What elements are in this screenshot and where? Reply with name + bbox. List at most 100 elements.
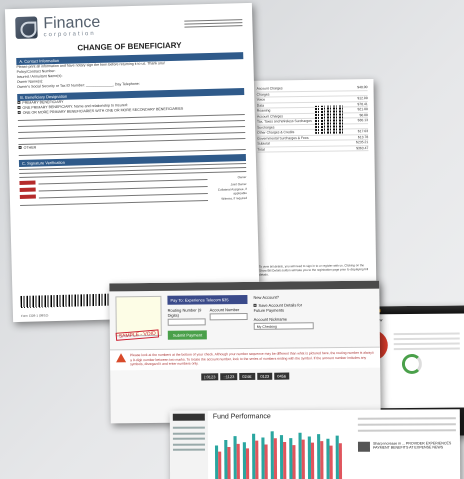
qr-code-icon: [314, 105, 344, 134]
brand-name: Finance: [43, 13, 101, 33]
statement-row-amount: $30.13: [357, 118, 369, 123]
chart-bar: [227, 446, 231, 479]
submit-payment-button[interactable]: Submit Payment: [167, 330, 208, 340]
warning-icon: [116, 353, 127, 363]
chart-bar: [255, 440, 259, 479]
statement-rows: Account Charges $40.00 Charges Voice $12.00 D…: [256, 85, 369, 153]
routing-label: Routing Number (9 Digits): [167, 307, 202, 318]
chart-bar: [218, 451, 222, 479]
chart-bar: [273, 438, 278, 479]
account-label: Account Number: [209, 307, 240, 313]
sign-here-tag: [19, 187, 36, 192]
fund-logo: [172, 413, 205, 421]
nickname-label: Account Nickname: [253, 316, 288, 322]
check-warning: Please look at the numbers at the bottom…: [109, 346, 381, 371]
gauge-icon: [401, 353, 423, 375]
statement-row-label: Charges: [256, 92, 270, 97]
routing-input[interactable]: [167, 318, 206, 326]
statement-row-label: Voice: [256, 97, 266, 102]
account-options: New Account? Save Account Details for Fu…: [253, 294, 314, 339]
save-details-label: Save Account Details for Future Payments: [253, 302, 303, 313]
chart-bar: [242, 442, 247, 479]
check-number: 0123: [257, 372, 273, 380]
form-header: Finance corporation: [15, 11, 243, 40]
change-of-beneficiary-form: Finance corporation CHANGE OF BENEFICIAR…: [4, 2, 261, 323]
sign-here-tag: [19, 180, 36, 185]
check-number: ::1123: [220, 372, 238, 381]
nickname-input[interactable]: My Checking: [253, 322, 314, 330]
chart-bar: [233, 436, 237, 479]
statement-row-label: Account Charges: [256, 86, 283, 91]
statement-row-amount: $363.47: [356, 145, 369, 151]
news-thumbnail: [357, 441, 371, 452]
chart-bar: [335, 435, 339, 479]
statement-row-label: Governmental Surcharges & Fees: [257, 135, 309, 141]
checkbox[interactable]: [17, 105, 21, 109]
account-input[interactable]: [209, 312, 248, 321]
statement-row: Total $363.47: [257, 145, 369, 153]
statement-row-amount: $0.00: [359, 112, 368, 117]
finance-logo-icon: [15, 16, 38, 40]
chart-bar: [289, 438, 293, 479]
chart-bar: [310, 442, 315, 479]
sidebar-item[interactable]: [172, 432, 205, 435]
statement-row-amount: $13.78: [357, 134, 369, 140]
statement-row-label: Data: [256, 103, 264, 108]
save-details-checkbox[interactable]: [253, 303, 257, 307]
chart-bar: [279, 435, 284, 479]
statement-row-amount: $40.00: [357, 85, 368, 90]
warning-text: Please look at the numbers at the bottom…: [130, 350, 374, 367]
statement-row-label: Total: [257, 147, 265, 152]
chart-bar: [264, 444, 268, 479]
statement-note: To view bill details, you will need to s…: [259, 263, 369, 277]
fund-details: Sharp increase in ... PROVIDER EXPERIENC…: [357, 413, 456, 452]
sidebar-item[interactable]: [172, 443, 205, 446]
chart-bar: [214, 445, 219, 479]
news-text: Sharp increase in ... PROVIDER EXPERIENC…: [372, 441, 452, 450]
chart-bar: [326, 438, 330, 479]
payment-screen: Pay To: Experience Telecom $35 Routing N…: [109, 280, 381, 424]
chart-bar: [320, 441, 324, 479]
chart-bar: [261, 437, 265, 479]
fund-bar-chart: [214, 431, 343, 479]
fund-main: Fund Performance Sharp increase in ... P…: [208, 409, 460, 479]
statement-row-amount: $21.00: [357, 107, 368, 112]
chart-bar: [301, 439, 305, 479]
check-number: |:0123: [201, 373, 219, 381]
sidebar-item[interactable]: [172, 426, 205, 429]
chart-bar: [245, 448, 250, 479]
statement-row-label: Roaming: [256, 108, 271, 113]
form-footer: Form COB-1 (08/10): [20, 313, 49, 318]
chart-bar: [252, 433, 256, 479]
statement-row-amount: $12.00: [357, 96, 368, 101]
checkbox[interactable]: [18, 145, 22, 149]
chart-bar: [292, 445, 296, 479]
company-address: [184, 17, 243, 29]
fund-sidebar: [169, 410, 209, 479]
chart-bar: [270, 431, 274, 479]
chart-bar: [298, 432, 302, 479]
pay-to: Pay To: Experience Telecom $35: [167, 294, 248, 305]
checkbox[interactable]: [17, 110, 21, 114]
chart-bar: [307, 436, 312, 479]
check-number: 0246:: [239, 372, 256, 380]
new-account-label: New Account?: [253, 294, 280, 300]
form-title: CHANGE OF BENEFICIARY: [77, 40, 182, 53]
sidebar-item[interactable]: [172, 448, 206, 451]
sidebar-item[interactable]: [172, 437, 205, 440]
statement-row-label: Subtotal: [257, 141, 270, 146]
check-number: 0456: [274, 372, 290, 380]
statement-row-label: Surcharges: [257, 125, 275, 130]
statement-row-label: Tax, Taxes and Wireless Surcharges: [256, 119, 312, 124]
brand: Finance corporation: [43, 13, 101, 38]
chart-bar: [224, 440, 228, 479]
fund-performance-screen: Fund Performance Sharp increase in ... P…: [169, 409, 461, 479]
chart-bar: [317, 434, 321, 479]
payment-form: Pay To: Experience Telecom $35 Routing N…: [167, 294, 248, 340]
statement-row-amount: $17.03: [357, 129, 369, 134]
news-item[interactable]: Sharp increase in ... PROVIDER EXPERIENC…: [357, 441, 456, 452]
chart-bar: [236, 443, 240, 479]
check-number-strip: |:0123 ::1123 0246: 0123 0456: [110, 371, 380, 381]
statement-row-label: Account Charges: [256, 114, 283, 119]
checkbox[interactable]: [17, 100, 21, 104]
